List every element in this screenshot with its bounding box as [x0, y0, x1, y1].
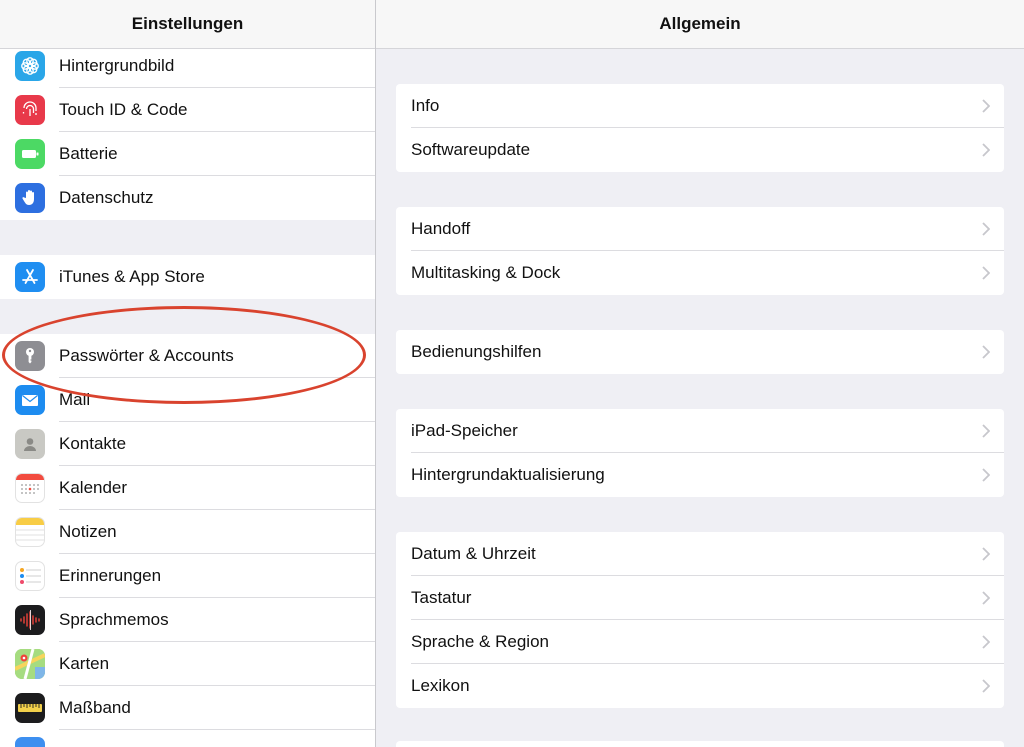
measure-icon [15, 693, 45, 723]
detail-item-language-region[interactable]: Sprache & Region [396, 620, 1004, 664]
sidebar-item-maps[interactable]: Karten [0, 642, 375, 686]
chevron-right-icon [982, 345, 990, 359]
detail-item-dictionary[interactable]: Lexikon [396, 664, 1004, 708]
chevron-right-icon [982, 591, 990, 605]
sidebar-item-label: Mail [59, 390, 91, 409]
detail-item-label: Tastatur [411, 588, 472, 607]
sidebar-item-touch-id[interactable]: Touch ID & Code [0, 88, 375, 132]
general-detail-pane: Allgemein Info Softwareupdate Handoff Mu… [376, 0, 1024, 747]
key-icon [15, 341, 45, 371]
sidebar-group-accounts: Passwörter & Accounts Mail Kontakte Kale… [0, 334, 375, 747]
chevron-right-icon [982, 99, 990, 113]
detail-item-multitasking-dock[interactable]: Multitasking & Dock [396, 251, 1004, 295]
sidebar-item-reminders[interactable]: Erinnerungen [0, 554, 375, 598]
sidebar-item-label: Batterie [59, 144, 118, 163]
detail-item-date-time[interactable]: Datum & Uhrzeit [396, 532, 1004, 576]
sidebar-item-mail[interactable]: Mail [0, 378, 375, 422]
sidebar-item-label: Touch ID & Code [59, 100, 188, 119]
detail-item-label: Hintergrundaktualisierung [411, 465, 605, 484]
detail-item-label: Lexikon [411, 676, 470, 695]
chevron-right-icon [982, 547, 990, 561]
detail-item-label: Sprache & Region [411, 632, 549, 651]
detail-item-label: iPad-Speicher [411, 421, 518, 440]
chevron-right-icon [982, 266, 990, 280]
detail-item-background-refresh[interactable]: Hintergrundaktualisierung [396, 453, 1004, 497]
sidebar-item-voice-memos[interactable]: Sprachmemos [0, 598, 375, 642]
sidebar-item-next[interactable] [0, 730, 375, 747]
detail-group-storage: iPad-Speicher Hintergrundaktualisierung [396, 409, 1004, 497]
sidebar-item-label: Notizen [59, 522, 117, 541]
sidebar-item-label: Datenschutz [59, 188, 154, 207]
detail-item-accessibility[interactable]: Bedienungshilfen [396, 330, 1004, 374]
mail-icon [15, 385, 45, 415]
detail-group-accessibility: Bedienungshilfen [396, 330, 1004, 374]
detail-item-software-update[interactable]: Softwareupdate [396, 128, 1004, 172]
chevron-right-icon [982, 424, 990, 438]
detail-item-label: Bedienungshilfen [411, 342, 542, 361]
sidebar-item-label: Sprachmemos [59, 610, 169, 629]
calendar-icon [15, 473, 45, 503]
sidebar-item-label: Kalender [59, 478, 128, 497]
chevron-right-icon [982, 635, 990, 649]
detail-item-label: Multitasking & Dock [411, 263, 561, 282]
voice-memos-icon [15, 605, 45, 635]
sidebar-item-measure[interactable]: Maßband [0, 686, 375, 730]
sidebar-item-notes[interactable]: Notizen [0, 510, 375, 554]
sidebar-item-wallpaper[interactable]: Hintergrundbild [0, 44, 375, 88]
detail-item-handoff[interactable]: Handoff [396, 207, 1004, 251]
sidebar-item-battery[interactable]: Batterie [0, 132, 375, 176]
chevron-right-icon [982, 468, 990, 482]
notes-icon [15, 517, 45, 547]
detail-group-about: Info Softwareupdate [396, 84, 1004, 172]
sidebar-item-privacy[interactable]: Datenschutz [0, 176, 375, 220]
sidebar-group-store: iTunes & App Store [0, 255, 375, 299]
detail-item-info[interactable]: Info [396, 84, 1004, 128]
flower-icon [15, 51, 45, 81]
detail-item-keyboard[interactable]: Tastatur [396, 576, 1004, 620]
sidebar-item-label: Hintergrundbild [59, 56, 175, 75]
chevron-right-icon [982, 143, 990, 157]
reminders-icon [15, 561, 45, 591]
detail-group-continuity: Handoff Multitasking & Dock [396, 207, 1004, 295]
contacts-icon [15, 429, 45, 459]
detail-group-locale: Datum & Uhrzeit Tastatur Sprache & Regio… [396, 532, 1004, 708]
detail-item-label: Datum & Uhrzeit [411, 544, 536, 563]
compass-icon [15, 737, 45, 747]
sidebar-item-calendar[interactable]: Kalender [0, 466, 375, 510]
battery-icon [15, 139, 45, 169]
sidebar-item-passwords-accounts[interactable]: Passwörter & Accounts [0, 334, 375, 378]
sidebar-item-itunes-app-store[interactable]: iTunes & App Store [0, 255, 375, 299]
sidebar-item-label: Passwörter & Accounts [59, 346, 234, 365]
detail-item-label: Softwareupdate [411, 140, 531, 159]
sidebar-item-label: iTunes & App Store [59, 267, 205, 286]
app-store-icon [15, 262, 45, 292]
detail-group-more [396, 741, 1004, 747]
sidebar-item-label: Erinnerungen [59, 566, 162, 585]
sidebar-item-label: Karten [59, 654, 110, 673]
sidebar-title: Einstellungen [0, 0, 375, 49]
detail-item-label: Info [411, 96, 440, 115]
sidebar-group-display: Hintergrundbild Touch ID & Code Batterie… [0, 44, 375, 220]
detail-title: Allgemein [376, 0, 1024, 49]
detail-item-label: Handoff [411, 219, 471, 238]
maps-icon [15, 649, 45, 679]
sidebar-item-label: Kontakte [59, 434, 127, 453]
sidebar-item-label: Maßband [59, 698, 131, 717]
chevron-right-icon [982, 222, 990, 236]
detail-item-ipad-storage[interactable]: iPad-Speicher [396, 409, 1004, 453]
sidebar-item-contacts[interactable]: Kontakte [0, 422, 375, 466]
chevron-right-icon [982, 679, 990, 693]
fingerprint-icon [15, 95, 45, 125]
hand-icon [15, 183, 45, 213]
settings-sidebar: Hintergrundbild Touch ID & Code Batterie… [0, 0, 376, 747]
